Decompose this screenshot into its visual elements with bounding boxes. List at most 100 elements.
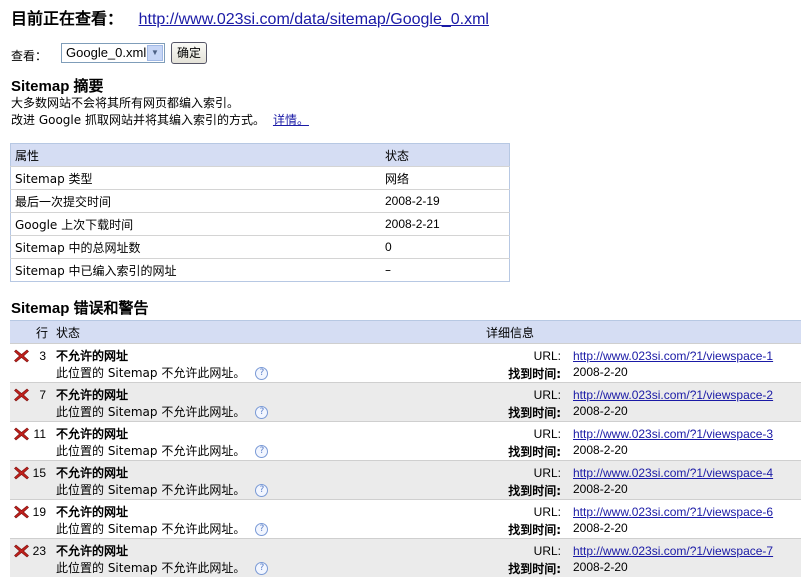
errors-header-row: 行 状态 详细信息	[10, 320, 801, 343]
error-description-text: 此位置的 Sitemap 不允许此网址。	[56, 483, 246, 497]
status-cell: 网络	[381, 166, 510, 190]
table-row: 19 不允许的网址 此位置的 Sitemap 不允许此网址。? URL: 找到时…	[10, 499, 801, 538]
line-number: 3	[39, 349, 46, 363]
url-label: URL:	[533, 466, 561, 480]
found-date: 2008-2-20	[573, 404, 628, 418]
url-label: URL:	[533, 544, 561, 558]
error-title: 不允许的网址	[56, 427, 129, 441]
line-number: 19	[32, 505, 46, 519]
error-url-link[interactable]: http://www.023si.com/?1/viewspace-7	[573, 544, 773, 558]
table-row: 15 不允许的网址 此位置的 Sitemap 不允许此网址。? URL: 找到时…	[10, 460, 801, 499]
found-time-label: 找到时间:	[508, 445, 561, 459]
found-date: 2008-2-20	[573, 521, 628, 535]
error-description: 此位置的 Sitemap 不允许此网址。?	[56, 364, 269, 381]
chevron-down-icon[interactable]: ▼	[147, 44, 164, 61]
status-cell: 2008-2-21	[381, 212, 510, 236]
url-label: URL:	[533, 388, 561, 402]
red-x-icon	[14, 349, 29, 363]
summary-line-1: 大多数网站不会将其所有网页都编入索引。	[11, 96, 240, 110]
error-url-link[interactable]: http://www.023si.com/?1/viewspace-1	[573, 349, 773, 363]
property-cell: Sitemap 中的总网址数	[10, 235, 381, 259]
found-time-label: 找到时间:	[508, 406, 561, 420]
question-help-icon[interactable]: ?	[255, 523, 269, 536]
red-x-icon	[14, 544, 29, 558]
line-number: 11	[33, 427, 46, 441]
status-cell: –	[381, 258, 510, 282]
error-description: 此位置的 Sitemap 不允许此网址。?	[56, 520, 269, 537]
status-cell: 0	[381, 235, 510, 259]
question-help-icon[interactable]: ?	[255, 406, 269, 419]
error-title: 不允许的网址	[56, 388, 129, 402]
summary-title: Sitemap 摘要	[11, 78, 104, 95]
error-description: 此位置的 Sitemap 不允许此网址。?	[56, 403, 269, 420]
question-help-icon[interactable]: ?	[255, 562, 269, 575]
red-x-icon	[14, 505, 29, 519]
column-header-status: 状态	[381, 143, 510, 167]
red-x-icon	[14, 388, 29, 402]
error-title: 不允许的网址	[56, 466, 129, 480]
sitemap-url-link[interactable]: http://www.023si.com/data/sitemap/Google…	[139, 11, 489, 28]
property-cell: Sitemap 中已编入索引的网址	[10, 258, 381, 282]
found-time-label: 找到时间:	[508, 484, 561, 498]
property-cell: 最后一次提交时间	[10, 189, 381, 213]
found-date: 2008-2-20	[573, 443, 628, 457]
error-url-link[interactable]: http://www.023si.com/?1/viewspace-2	[573, 388, 773, 402]
error-description: 此位置的 Sitemap 不允许此网址。?	[56, 481, 269, 498]
error-description-text: 此位置的 Sitemap 不允许此网址。	[56, 444, 246, 458]
red-x-icon	[14, 466, 29, 480]
table-row: 11 不允许的网址 此位置的 Sitemap 不允许此网址。? URL: 找到时…	[10, 421, 801, 460]
line-number: 15	[32, 466, 46, 480]
error-title: 不允许的网址	[56, 544, 129, 558]
error-title: 不允许的网址	[56, 505, 129, 519]
found-time-label: 找到时间:	[508, 367, 561, 381]
found-date: 2008-2-20	[573, 560, 628, 574]
question-help-icon[interactable]: ?	[255, 445, 269, 458]
column-header-line: 行	[36, 326, 49, 340]
red-x-icon	[14, 427, 29, 441]
sitemap-select[interactable]: Google_0.xml ▼	[61, 42, 166, 63]
error-description-text: 此位置的 Sitemap 不允许此网址。	[56, 366, 246, 380]
view-label: 查看：	[11, 49, 48, 63]
summary-header-row: 属性 状态	[10, 143, 510, 167]
table-row: 23 不允许的网址 此位置的 Sitemap 不允许此网址。? URL: 找到时…	[10, 538, 801, 577]
table-row: 3 不允许的网址 此位置的 Sitemap 不允许此网址。? URL: 找到时间…	[10, 343, 801, 382]
line-number: 23	[32, 544, 46, 558]
error-description: 此位置的 Sitemap 不允许此网址。?	[56, 442, 269, 459]
error-description-text: 此位置的 Sitemap 不允许此网址。	[56, 405, 246, 419]
found-date: 2008-2-20	[573, 365, 628, 379]
column-header-status: 状态	[56, 326, 81, 340]
table-row: Sitemap 中已编入索引的网址 –	[10, 258, 510, 282]
error-description: 此位置的 Sitemap 不允许此网址。?	[56, 559, 269, 576]
table-row: Sitemap 中的总网址数 0	[10, 235, 510, 259]
table-row: 最后一次提交时间 2008-2-19	[10, 189, 510, 213]
line-number: 7	[39, 388, 46, 402]
column-header-detail: 详细信息	[486, 326, 535, 340]
property-cell: Sitemap 类型	[10, 166, 381, 190]
question-help-icon[interactable]: ?	[255, 367, 269, 380]
column-header-property: 属性	[10, 143, 381, 167]
confirm-button[interactable]: 确定	[171, 41, 208, 64]
error-url-link[interactable]: http://www.023si.com/?1/viewspace-6	[573, 505, 773, 519]
sitemap-select-value: Google_0.xml	[66, 45, 147, 60]
error-title: 不允许的网址	[56, 349, 129, 363]
found-date: 2008-2-20	[573, 482, 628, 496]
view-selector-row: 查看： Google_0.xml ▼ 确定	[11, 41, 208, 64]
details-link[interactable]: 详情。	[273, 113, 309, 127]
error-description-text: 此位置的 Sitemap 不允许此网址。	[56, 522, 246, 536]
viewing-heading: 目前正在查看： http://www.023si.com/data/sitema…	[11, 5, 489, 29]
summary-line-2-text: 改进 Google 抓取网站并将其编入索引的方式。	[11, 113, 265, 127]
errors-table: 行 状态 详细信息 3 不允许的网址 此位置的 Sitemap 不允许此网址。?…	[10, 320, 801, 577]
property-cell: Google 上次下载时间	[10, 212, 381, 236]
table-row: 7 不允许的网址 此位置的 Sitemap 不允许此网址。? URL: 找到时间…	[10, 382, 801, 421]
table-row: Google 上次下载时间 2008-2-21	[10, 212, 510, 236]
table-row: Sitemap 类型 网络	[10, 166, 510, 190]
found-time-label: 找到时间:	[508, 523, 561, 537]
status-cell: 2008-2-19	[381, 189, 510, 213]
question-help-icon[interactable]: ?	[255, 484, 269, 497]
error-url-link[interactable]: http://www.023si.com/?1/viewspace-3	[573, 427, 773, 441]
error-url-link[interactable]: http://www.023si.com/?1/viewspace-4	[573, 466, 773, 480]
summary-line-2: 改进 Google 抓取网站并将其编入索引的方式。 详情。	[11, 111, 309, 128]
url-label: URL:	[533, 349, 561, 363]
viewing-label: 目前正在查看：	[11, 9, 124, 28]
summary-table: 属性 状态 Sitemap 类型 网络 最后一次提交时间 2008-2-19 G…	[10, 143, 510, 282]
